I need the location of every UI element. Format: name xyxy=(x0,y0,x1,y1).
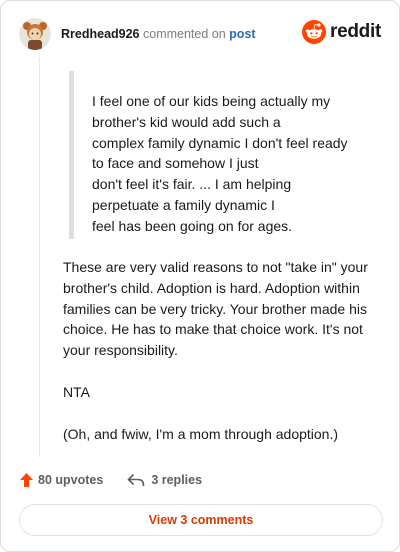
post-link[interactable]: post xyxy=(229,27,255,41)
upvote-arrow-icon xyxy=(20,473,33,487)
user-avatar-icon[interactable] xyxy=(19,18,51,50)
brand-name: reddit xyxy=(330,21,381,42)
comment-paragraph: These are very valid reasons to not "tak… xyxy=(63,259,368,359)
reddit-logo[interactable]: reddit xyxy=(302,20,381,44)
comment-paragraph: (Oh, and fwiw, I'm a mom through adoptio… xyxy=(63,425,339,442)
view-comments-button[interactable]: View 3 comments xyxy=(19,504,383,536)
username-link[interactable]: Rredhead926 xyxy=(61,27,140,41)
comment-footer: 80 upvotes 3 replies xyxy=(19,469,202,491)
thread-line[interactable] xyxy=(39,57,40,457)
quote-line: complex family dynamic I don't feel read… xyxy=(92,134,348,151)
comment-meta: Rredhead926 commented on post xyxy=(61,27,256,41)
comment-card: Rredhead926 commented on post reddit I f… xyxy=(0,0,400,552)
reddit-logo-icon xyxy=(302,20,327,44)
replies-count: 3 replies xyxy=(151,473,203,487)
quote-line: brother's kid would add such a xyxy=(92,113,281,130)
upvote-button[interactable]: 80 upvotes xyxy=(19,472,103,488)
comment-paragraph: NTA xyxy=(63,383,90,400)
quote-line: feel has been going on for ages. xyxy=(92,217,293,234)
quote-line: I feel one of our kids being actually my xyxy=(92,93,331,109)
reply-arrow-icon xyxy=(128,474,145,487)
upvotes-count: 80 upvotes xyxy=(38,473,104,487)
action-text: commented on xyxy=(143,27,226,41)
quote-line: to face and somehow I just xyxy=(92,155,259,172)
comment-header: Rredhead926 commented on post reddit xyxy=(19,17,381,51)
replies-button[interactable]: 3 replies xyxy=(127,473,202,487)
comment-body: These are very valid reasons to not "tak… xyxy=(63,257,385,466)
quote-line: don't feel it's fair. ... I am helping xyxy=(92,176,292,193)
blockquote: I feel one of our kids being actually my… xyxy=(69,71,349,239)
quote-line: perpetuate a family dynamic I xyxy=(92,196,275,213)
